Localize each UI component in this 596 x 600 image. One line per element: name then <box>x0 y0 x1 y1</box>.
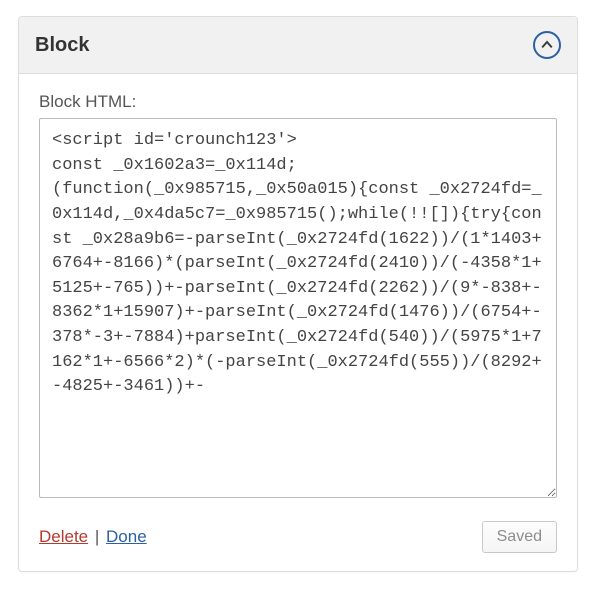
link-separator: | <box>95 527 104 546</box>
delete-link[interactable]: Delete <box>39 527 88 546</box>
collapse-button[interactable] <box>533 31 561 59</box>
field-label: Block HTML: <box>39 92 557 112</box>
panel-footer: Delete | Done Saved <box>19 517 577 571</box>
panel-title: Block <box>35 34 89 57</box>
block-html-textarea[interactable] <box>39 118 557 498</box>
footer-links: Delete | Done <box>39 527 147 547</box>
done-link[interactable]: Done <box>106 527 147 546</box>
chevron-up-icon <box>541 39 553 51</box>
panel-header: Block <box>19 17 577 74</box>
saved-button[interactable]: Saved <box>482 521 557 553</box>
panel-body: Block HTML: <box>19 74 577 517</box>
block-panel: Block Block HTML: Delete | Done Saved <box>18 16 578 572</box>
